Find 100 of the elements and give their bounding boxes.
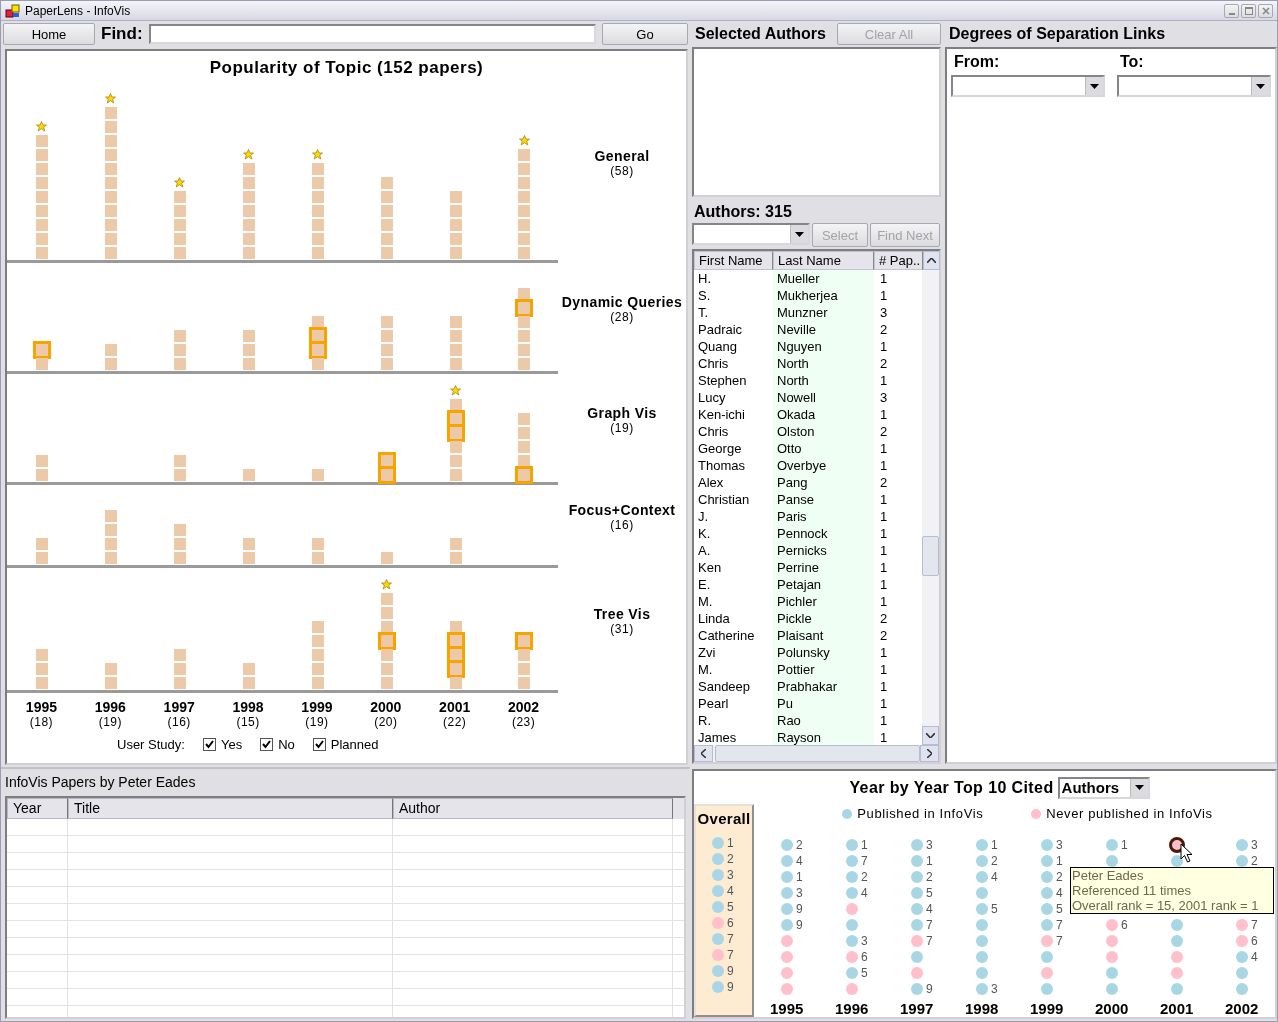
author-dot[interactable] xyxy=(911,903,923,915)
author-dot[interactable] xyxy=(1106,967,1118,979)
author-dot[interactable] xyxy=(781,903,793,915)
column-header[interactable]: Title xyxy=(68,798,393,819)
author-dot[interactable] xyxy=(1236,983,1248,995)
author-dot[interactable] xyxy=(976,967,988,979)
column-header[interactable]: First Name xyxy=(694,251,773,270)
author-dot[interactable] xyxy=(846,855,858,867)
author-dot[interactable] xyxy=(1236,855,1248,867)
author-dot[interactable] xyxy=(976,951,988,963)
author-dot[interactable] xyxy=(1171,855,1183,867)
checkbox[interactable] xyxy=(260,738,274,751)
author-dot[interactable] xyxy=(712,837,724,849)
author-dot[interactable] xyxy=(712,901,724,913)
author-dot[interactable] xyxy=(712,885,724,897)
author-dot[interactable] xyxy=(781,919,793,931)
author-dot[interactable] xyxy=(1041,919,1053,931)
author-dot[interactable] xyxy=(1171,967,1183,979)
author-dot[interactable] xyxy=(781,855,793,867)
author-dot[interactable] xyxy=(1236,951,1248,963)
author-dot[interactable] xyxy=(911,839,923,851)
author-dot[interactable] xyxy=(846,935,858,947)
author-dot[interactable] xyxy=(1171,935,1183,947)
close-button[interactable] xyxy=(1258,3,1273,18)
column-header[interactable]: # Pap.. xyxy=(874,251,923,270)
home-button[interactable]: Home xyxy=(3,23,95,45)
author-dot[interactable] xyxy=(846,919,858,931)
author-dot[interactable] xyxy=(781,951,793,963)
author-dot[interactable] xyxy=(1106,919,1118,931)
from-dropdown[interactable] xyxy=(951,75,1105,97)
author-dot[interactable] xyxy=(976,903,988,915)
author-dot[interactable] xyxy=(1171,919,1183,931)
checkbox[interactable] xyxy=(202,738,216,751)
author-dot[interactable] xyxy=(781,887,793,899)
author-dot[interactable] xyxy=(1041,951,1053,963)
author-dot[interactable] xyxy=(911,855,923,867)
author-dot[interactable] xyxy=(1236,919,1248,931)
author-dot[interactable] xyxy=(781,983,793,995)
author-dot[interactable] xyxy=(846,903,858,915)
author-dot[interactable] xyxy=(1106,935,1118,947)
author-dot[interactable] xyxy=(976,887,988,899)
author-dot[interactable] xyxy=(1106,983,1118,995)
column-header[interactable]: Year xyxy=(7,798,68,819)
selected-authors-list[interactable] xyxy=(692,47,941,197)
author-dot[interactable] xyxy=(1041,967,1053,979)
author-dot[interactable] xyxy=(1236,967,1248,979)
author-dot[interactable] xyxy=(781,839,793,851)
horizontal-scrollbar[interactable] xyxy=(694,745,939,762)
author-dot[interactable] xyxy=(712,917,724,929)
author-dot[interactable] xyxy=(976,983,988,995)
author-dot[interactable] xyxy=(712,933,724,945)
author-dot[interactable] xyxy=(712,853,724,865)
author-dot[interactable] xyxy=(1106,839,1118,851)
find-field[interactable] xyxy=(148,24,596,44)
author-dot[interactable] xyxy=(846,839,858,851)
author-dot[interactable] xyxy=(846,887,858,899)
author-dot[interactable] xyxy=(712,965,724,977)
to-dropdown[interactable] xyxy=(1117,75,1271,97)
author-dot[interactable] xyxy=(976,855,988,867)
author-dot[interactable] xyxy=(846,983,858,995)
author-dot[interactable] xyxy=(1171,951,1183,963)
author-dot[interactable] xyxy=(1041,903,1053,915)
author-dot[interactable] xyxy=(976,839,988,851)
author-dot[interactable] xyxy=(781,935,793,947)
author-dot[interactable] xyxy=(1041,935,1053,947)
author-dot[interactable] xyxy=(911,919,923,931)
author-dot[interactable] xyxy=(1041,839,1053,851)
author-dot[interactable] xyxy=(976,935,988,947)
author-dot[interactable] xyxy=(911,983,923,995)
go-button[interactable]: Go xyxy=(602,23,688,45)
author-dot[interactable] xyxy=(1171,983,1183,995)
scroll-thumb[interactable] xyxy=(922,536,939,576)
author-dot[interactable] xyxy=(846,967,858,979)
author-dot[interactable] xyxy=(1236,935,1248,947)
author-dot[interactable] xyxy=(976,919,988,931)
scroll-up-icon[interactable] xyxy=(927,258,936,263)
author-dot[interactable] xyxy=(1106,951,1118,963)
author-dot[interactable] xyxy=(1041,887,1053,899)
author-dot[interactable] xyxy=(976,871,988,883)
author-dot[interactable] xyxy=(911,951,923,963)
scroll-right-icon[interactable] xyxy=(927,749,933,758)
author-dot[interactable] xyxy=(911,887,923,899)
minimize-button[interactable] xyxy=(1224,3,1239,18)
vertical-scrollbar[interactable] xyxy=(922,270,939,745)
column-header[interactable]: Author xyxy=(393,798,673,819)
author-dot[interactable] xyxy=(1041,983,1053,995)
author-dot[interactable] xyxy=(1106,855,1118,867)
author-dot[interactable] xyxy=(1236,839,1248,851)
scroll-down-icon[interactable] xyxy=(926,733,936,738)
author-dot[interactable] xyxy=(1041,871,1053,883)
author-dot[interactable] xyxy=(712,981,724,993)
scroll-left-icon[interactable] xyxy=(700,749,706,758)
author-dot[interactable] xyxy=(781,871,793,883)
column-header[interactable]: Last Name xyxy=(773,251,874,270)
author-dot[interactable] xyxy=(846,871,858,883)
author-dot[interactable] xyxy=(911,967,923,979)
author-dot[interactable] xyxy=(1041,855,1053,867)
mode-dropdown[interactable]: Authors xyxy=(1057,776,1150,799)
author-dot[interactable] xyxy=(846,951,858,963)
author-dot[interactable] xyxy=(712,869,724,881)
